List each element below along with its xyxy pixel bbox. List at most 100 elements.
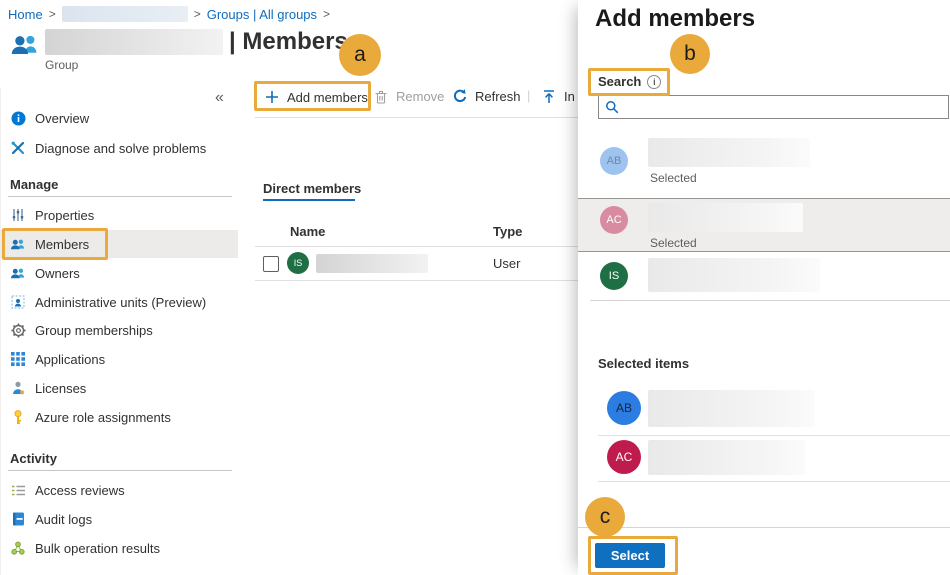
member-avatar: IS xyxy=(287,252,309,274)
add-members-button[interactable]: Add members xyxy=(264,89,368,105)
breadcrumb-chevron: > xyxy=(49,7,56,21)
grid-icon xyxy=(10,351,26,367)
checklist-icon xyxy=(10,482,26,498)
results-bottom-divider xyxy=(590,300,950,301)
breadcrumb-chevron: > xyxy=(194,7,201,21)
sidebar-item-audit-logs[interactable]: Audit logs xyxy=(0,505,238,533)
notebook-icon xyxy=(10,511,26,527)
member-name-redacted xyxy=(316,254,428,273)
sidebar-item-members[interactable]: Members xyxy=(0,230,238,258)
member-type: User xyxy=(493,256,520,271)
sidebar-section-manage: Manage xyxy=(10,177,58,192)
result-avatar: IS xyxy=(600,262,628,290)
sidebar-item-group-memberships[interactable]: Group memberships xyxy=(0,316,238,344)
key-icon xyxy=(10,409,26,425)
search-label-row: Search i xyxy=(598,74,661,89)
sidebar-item-administrative-units[interactable]: Administrative units (Preview) xyxy=(0,288,238,316)
sidebar-item-label: Properties xyxy=(35,208,94,223)
import-arrow-icon xyxy=(541,88,557,104)
selected-name-redacted xyxy=(648,390,815,427)
remove-button[interactable]: Remove xyxy=(373,88,444,104)
panel-title: Add members xyxy=(595,5,755,33)
sidebar-item-overview[interactable]: Overview xyxy=(0,104,238,132)
selected-item-row[interactable]: AC xyxy=(578,437,950,482)
column-header-type[interactable]: Type xyxy=(493,224,522,239)
search-field[interactable] xyxy=(598,95,949,119)
import-label: In xyxy=(564,89,575,104)
sidebar-item-label: Access reviews xyxy=(35,483,125,498)
gear-icon xyxy=(10,322,26,338)
add-members-panel: Add members b Search i AB Selected AC xyxy=(578,0,950,575)
cluster-icon xyxy=(10,540,26,556)
sidebar-item-label: Administrative units (Preview) xyxy=(35,295,206,310)
selected-items-header: Selected items xyxy=(598,356,689,371)
refresh-label: Refresh xyxy=(475,89,521,104)
result-status: Selected xyxy=(650,171,697,185)
result-name-redacted xyxy=(648,203,803,232)
sidebar-item-label: Audit logs xyxy=(35,512,92,527)
table-header-divider xyxy=(255,246,578,247)
select-button[interactable]: Select xyxy=(595,543,665,568)
selected-item-row[interactable]: AB xyxy=(578,388,950,434)
result-row[interactable]: IS xyxy=(578,252,950,300)
result-row-highlighted[interactable]: AC Selected xyxy=(578,198,950,252)
wrench-screwdriver-icon xyxy=(10,140,26,156)
member-search-input[interactable] xyxy=(619,99,948,116)
sidebar-item-diagnose[interactable]: Diagnose and solve problems xyxy=(0,134,238,162)
sidebar-item-bulk-operation-results[interactable]: Bulk operation results xyxy=(0,534,238,562)
search-icon xyxy=(605,100,619,114)
column-header-name[interactable]: Name xyxy=(290,224,325,239)
row-checkbox[interactable] xyxy=(263,256,279,272)
sidebar-item-azure-role-assignments[interactable]: Azure role assignments xyxy=(0,403,238,431)
page-title: | Members xyxy=(229,28,348,56)
sidebar-item-label: Applications xyxy=(35,352,105,367)
table-row-divider xyxy=(255,280,578,281)
selected-avatar: AB xyxy=(607,391,641,425)
selected-avatar: AC xyxy=(607,440,641,474)
result-row[interactable]: AB Selected xyxy=(578,132,950,198)
remove-label: Remove xyxy=(396,89,444,104)
refresh-icon xyxy=(452,88,468,104)
import-button[interactable]: In xyxy=(541,88,575,104)
sidebar-item-label: Licenses xyxy=(35,381,86,396)
license-person-icon xyxy=(10,380,26,396)
add-members-label: Add members xyxy=(287,90,368,105)
selected-name-redacted xyxy=(648,440,805,475)
trash-icon xyxy=(373,88,389,104)
sidebar-item-label: Overview xyxy=(35,111,89,126)
breadcrumb: Home > > Groups | All groups > xyxy=(8,6,336,22)
sidebar-item-access-reviews[interactable]: Access reviews xyxy=(0,476,238,504)
breadcrumb-chevron: > xyxy=(323,7,330,21)
sidebar-item-properties[interactable]: Properties xyxy=(0,201,238,229)
toolbar-bottom-divider xyxy=(255,117,578,118)
sliders-icon xyxy=(10,207,26,223)
group-icon xyxy=(10,32,40,58)
result-avatar: AC xyxy=(600,206,628,234)
breadcrumb-home-link[interactable]: Home xyxy=(8,7,43,22)
result-status: Selected xyxy=(650,236,697,250)
sidebar-item-licenses[interactable]: Licenses xyxy=(0,374,238,402)
sidebar-item-label: Azure role assignments xyxy=(35,410,171,425)
plus-icon xyxy=(264,89,280,105)
info-tooltip-icon[interactable]: i xyxy=(647,75,661,89)
page-subtitle: Group xyxy=(45,58,78,72)
refresh-button[interactable]: Refresh xyxy=(452,88,521,104)
sidebar-item-label: Owners xyxy=(35,266,80,281)
owners-icon xyxy=(10,265,26,281)
annotation-b: b xyxy=(670,34,710,74)
selected-row-divider xyxy=(598,435,950,436)
azure-portal-page: Home > > Groups | All groups > | Members… xyxy=(0,0,950,575)
sidebar-item-applications[interactable]: Applications xyxy=(0,345,238,373)
result-name-redacted xyxy=(648,138,810,167)
sidebar-item-label: Bulk operation results xyxy=(35,541,160,556)
search-label: Search xyxy=(598,74,641,89)
sidebar-item-owners[interactable]: Owners xyxy=(0,259,238,287)
sidebar-item-label: Group memberships xyxy=(35,323,153,338)
selected-row-divider xyxy=(598,481,950,482)
annotation-a: a xyxy=(339,34,381,76)
breadcrumb-redacted-segment xyxy=(62,6,188,22)
tab-direct-members[interactable]: Direct members xyxy=(263,181,361,196)
section-divider xyxy=(8,470,232,471)
section-divider xyxy=(8,196,232,197)
breadcrumb-groups-link[interactable]: Groups | All groups xyxy=(207,7,317,22)
